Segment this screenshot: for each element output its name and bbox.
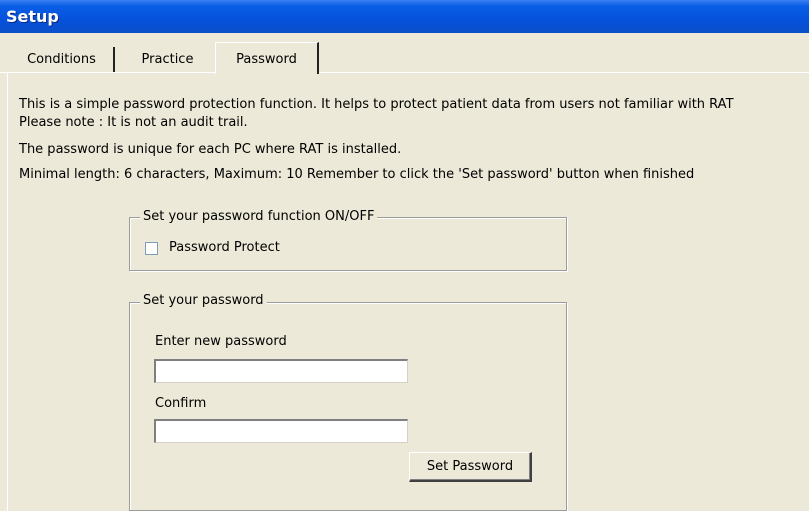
info-text-line-2: Please note : It is not an audit trail. xyxy=(19,115,248,130)
tab-password[interactable]: Password xyxy=(215,42,319,74)
tab-practice[interactable]: Practice xyxy=(120,47,215,72)
new-password-label: Enter new password xyxy=(155,334,287,349)
window-title: Setup xyxy=(0,0,809,33)
tab-conditions[interactable]: Conditions xyxy=(10,47,115,72)
password-protect-label[interactable]: Password Protect xyxy=(169,240,280,256)
info-text-line-3: The password is unique for each PC where… xyxy=(19,142,402,157)
info-text-line-1: This is a simple password protection fun… xyxy=(19,97,734,112)
password-protect-checkbox[interactable] xyxy=(145,242,158,255)
info-text-line-4: Minimal length: 6 characters, Maximum: 1… xyxy=(19,167,695,182)
password-function-legend: Set your password function ON/OFF xyxy=(140,209,378,225)
confirm-password-input[interactable] xyxy=(154,419,408,443)
set-password-legend: Set your password xyxy=(140,293,267,309)
set-password-button[interactable]: Set Password xyxy=(409,452,532,482)
confirm-password-label: Confirm xyxy=(155,396,207,411)
new-password-input[interactable] xyxy=(154,359,408,383)
tab-panel-border-top xyxy=(0,72,809,73)
tab-panel-border-left xyxy=(7,72,8,511)
